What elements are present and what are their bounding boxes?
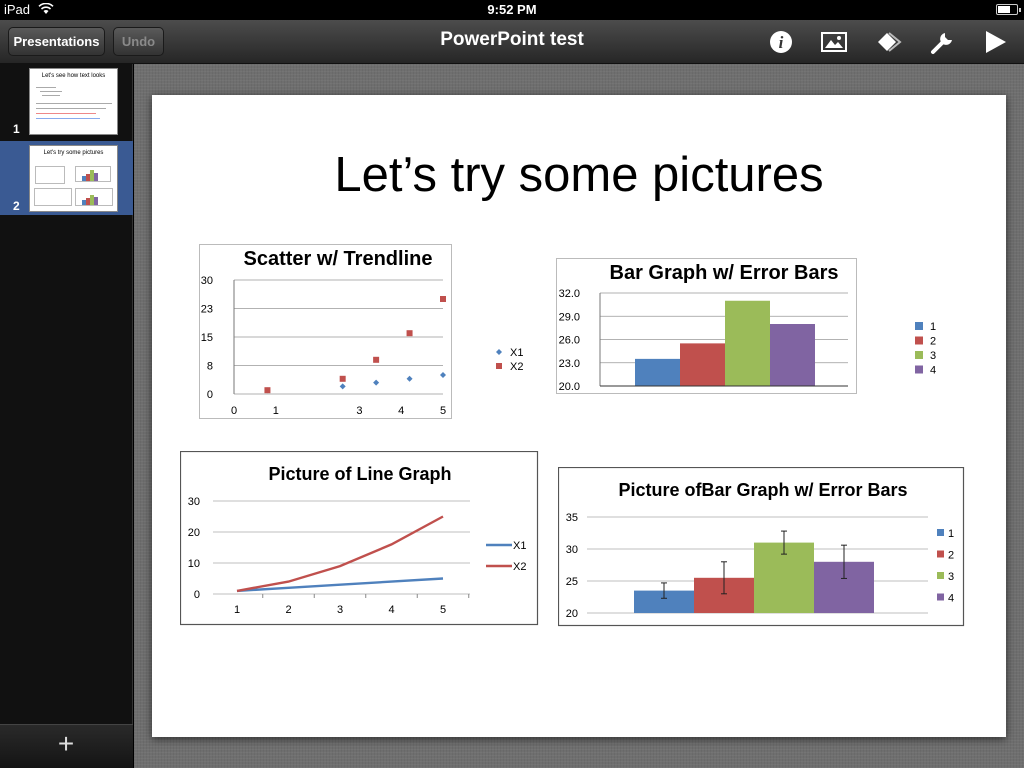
legend-label: 3 [930,350,936,362]
scatter-point-x2 [406,330,413,337]
y-tick-label: 20.0 [559,381,580,393]
line-chart-svg: Picture of Line Graph 30 20 10 0 1 2 3 4 5 X1 X2 [180,451,539,626]
y-tick-label: 30 [201,275,213,287]
toolbar: Presentations Undo PowerPoint test i [0,20,1024,64]
legend-label: 1 [948,528,954,540]
info-icon[interactable]: i [766,27,796,57]
scatter-point-x2 [339,375,346,382]
legend-label: X2 [513,561,526,573]
bar-chart[interactable]: Bar Graph w/ Error Bars 32.0 29.0 26.0 23.0 2… [556,258,956,396]
legend-label: 3 [948,571,954,583]
legend-label: 4 [948,593,954,605]
y-tick-label: 29.0 [559,311,580,323]
slide-preview-title: Let's try some pictures [43,150,104,156]
y-tick-label: 23.0 [559,358,580,370]
y-tick-label: 0 [207,389,213,401]
play-icon[interactable] [980,27,1010,57]
document-title: PowerPoint test [440,29,584,50]
y-tick-label: 0 [194,589,200,601]
y-tick-label: 23 [201,304,213,316]
legend-marker [937,550,944,558]
legend-label: 2 [948,550,954,562]
slide-canvas: Let’s try some pictures Scatter w/ Trend… [134,64,1024,768]
chart-title: Picture ofBar Graph w/ Error Bars [618,480,907,500]
image-icon[interactable] [819,27,849,57]
y-tick-label: 8 [207,361,213,373]
battery-icon [996,4,1021,15]
x-tick-label: 4 [388,604,394,616]
shapes-icon[interactable] [874,27,904,57]
y-tick-label: 20 [566,608,578,620]
svg-text:i: i [779,33,784,52]
bar-chart-svg: Bar Graph w/ Error Bars 32.0 29.0 26.0 23.0 2… [556,258,936,394]
slide-title[interactable]: Let’s try some pictures [152,147,1006,203]
legend-label: X1 [513,540,526,552]
x-tick-label: 1 [273,405,279,417]
scatter-chart[interactable]: Scatter w/ Trendline 30 23 15 8 0 0 1 3 4 5 X1 X2 [199,244,535,424]
x-tick-label: 3 [337,604,343,616]
legend-label: X1 [510,347,523,359]
y-tick-label: 15 [201,332,213,344]
slide-preview-title: Let's see how text looks [41,73,106,79]
y-tick-label: 32.0 [559,288,580,300]
status-bar: iPad 9:52 PM [0,0,1024,20]
scatter-point-x2 [264,387,271,394]
legend-marker [496,363,502,369]
scatter-point-x2 [373,356,380,363]
legend-marker [937,593,944,601]
error-bar-chart-svg: Picture ofBar Graph w/ Error Bars 35 30 25 2… [558,467,965,627]
bar [770,324,815,386]
y-tick-label: 10 [188,558,200,570]
x-tick-label: 5 [440,604,446,616]
legend-marker [496,349,502,355]
slide-number: 2 [13,199,20,213]
x-tick-label: 1 [234,604,240,616]
chart-title: Scatter w/ Trendline [244,248,433,270]
slide-preview: Let's see how text looks [29,68,118,135]
slide-navigator: 1 Let's see how text looks 2 Let's try s… [0,64,133,768]
x-tick-label: 5 [440,405,446,417]
chart-title: Picture of Line Graph [268,464,451,484]
y-tick-label: 30 [566,544,578,556]
bar-graph-picture[interactable]: Picture ofBar Graph w/ Error Bars 35 30 25 2… [558,467,966,629]
bar [725,300,770,386]
scatter-chart-svg: Scatter w/ Trendline 30 23 15 8 0 0 1 3 4 5 X1 X2 [199,244,523,419]
x-tick-label: 3 [356,405,362,417]
slide-thumbnail-2[interactable]: 2 Let's try some pictures [0,141,133,215]
x-tick-label: 4 [398,405,404,417]
legend-label: X2 [510,361,523,373]
legend-marker [915,351,923,359]
legend-marker [915,365,923,374]
chart-border [199,244,452,419]
bar [680,343,725,386]
y-tick-label: 20 [188,527,200,539]
legend-label: 2 [930,336,936,348]
legend-marker [915,336,923,345]
legend-marker [915,322,923,330]
legend-label: 4 [930,365,936,377]
y-tick-label: 30 [188,496,200,508]
legend-marker [937,572,944,579]
wrench-icon[interactable] [928,27,958,57]
slide-number: 1 [13,122,20,136]
x-tick-label: 0 [231,405,237,417]
chart-title: Bar Graph w/ Error Bars [610,262,839,284]
y-tick-label: 25 [566,576,578,588]
bar [635,358,680,386]
slide-preview: Let's try some pictures [29,145,118,212]
line-graph-picture[interactable]: Picture of Line Graph 30 20 10 0 1 2 3 4 5 X1 X2 [180,451,540,627]
legend-label: 1 [930,321,936,333]
scatter-point-x2 [440,296,446,302]
slide[interactable]: Let’s try some pictures Scatter w/ Trend… [152,95,1006,737]
legend-marker [937,529,944,536]
add-slide-button[interactable]: + [54,730,78,758]
x-tick-label: 2 [285,604,291,616]
y-tick-label: 26.0 [559,335,580,347]
y-tick-label: 35 [566,512,578,524]
slide-thumbnail-1[interactable]: 1 Let's see how text looks [0,64,133,138]
sidebar-footer: + [0,724,133,768]
status-time: 9:52 PM [487,2,537,17]
